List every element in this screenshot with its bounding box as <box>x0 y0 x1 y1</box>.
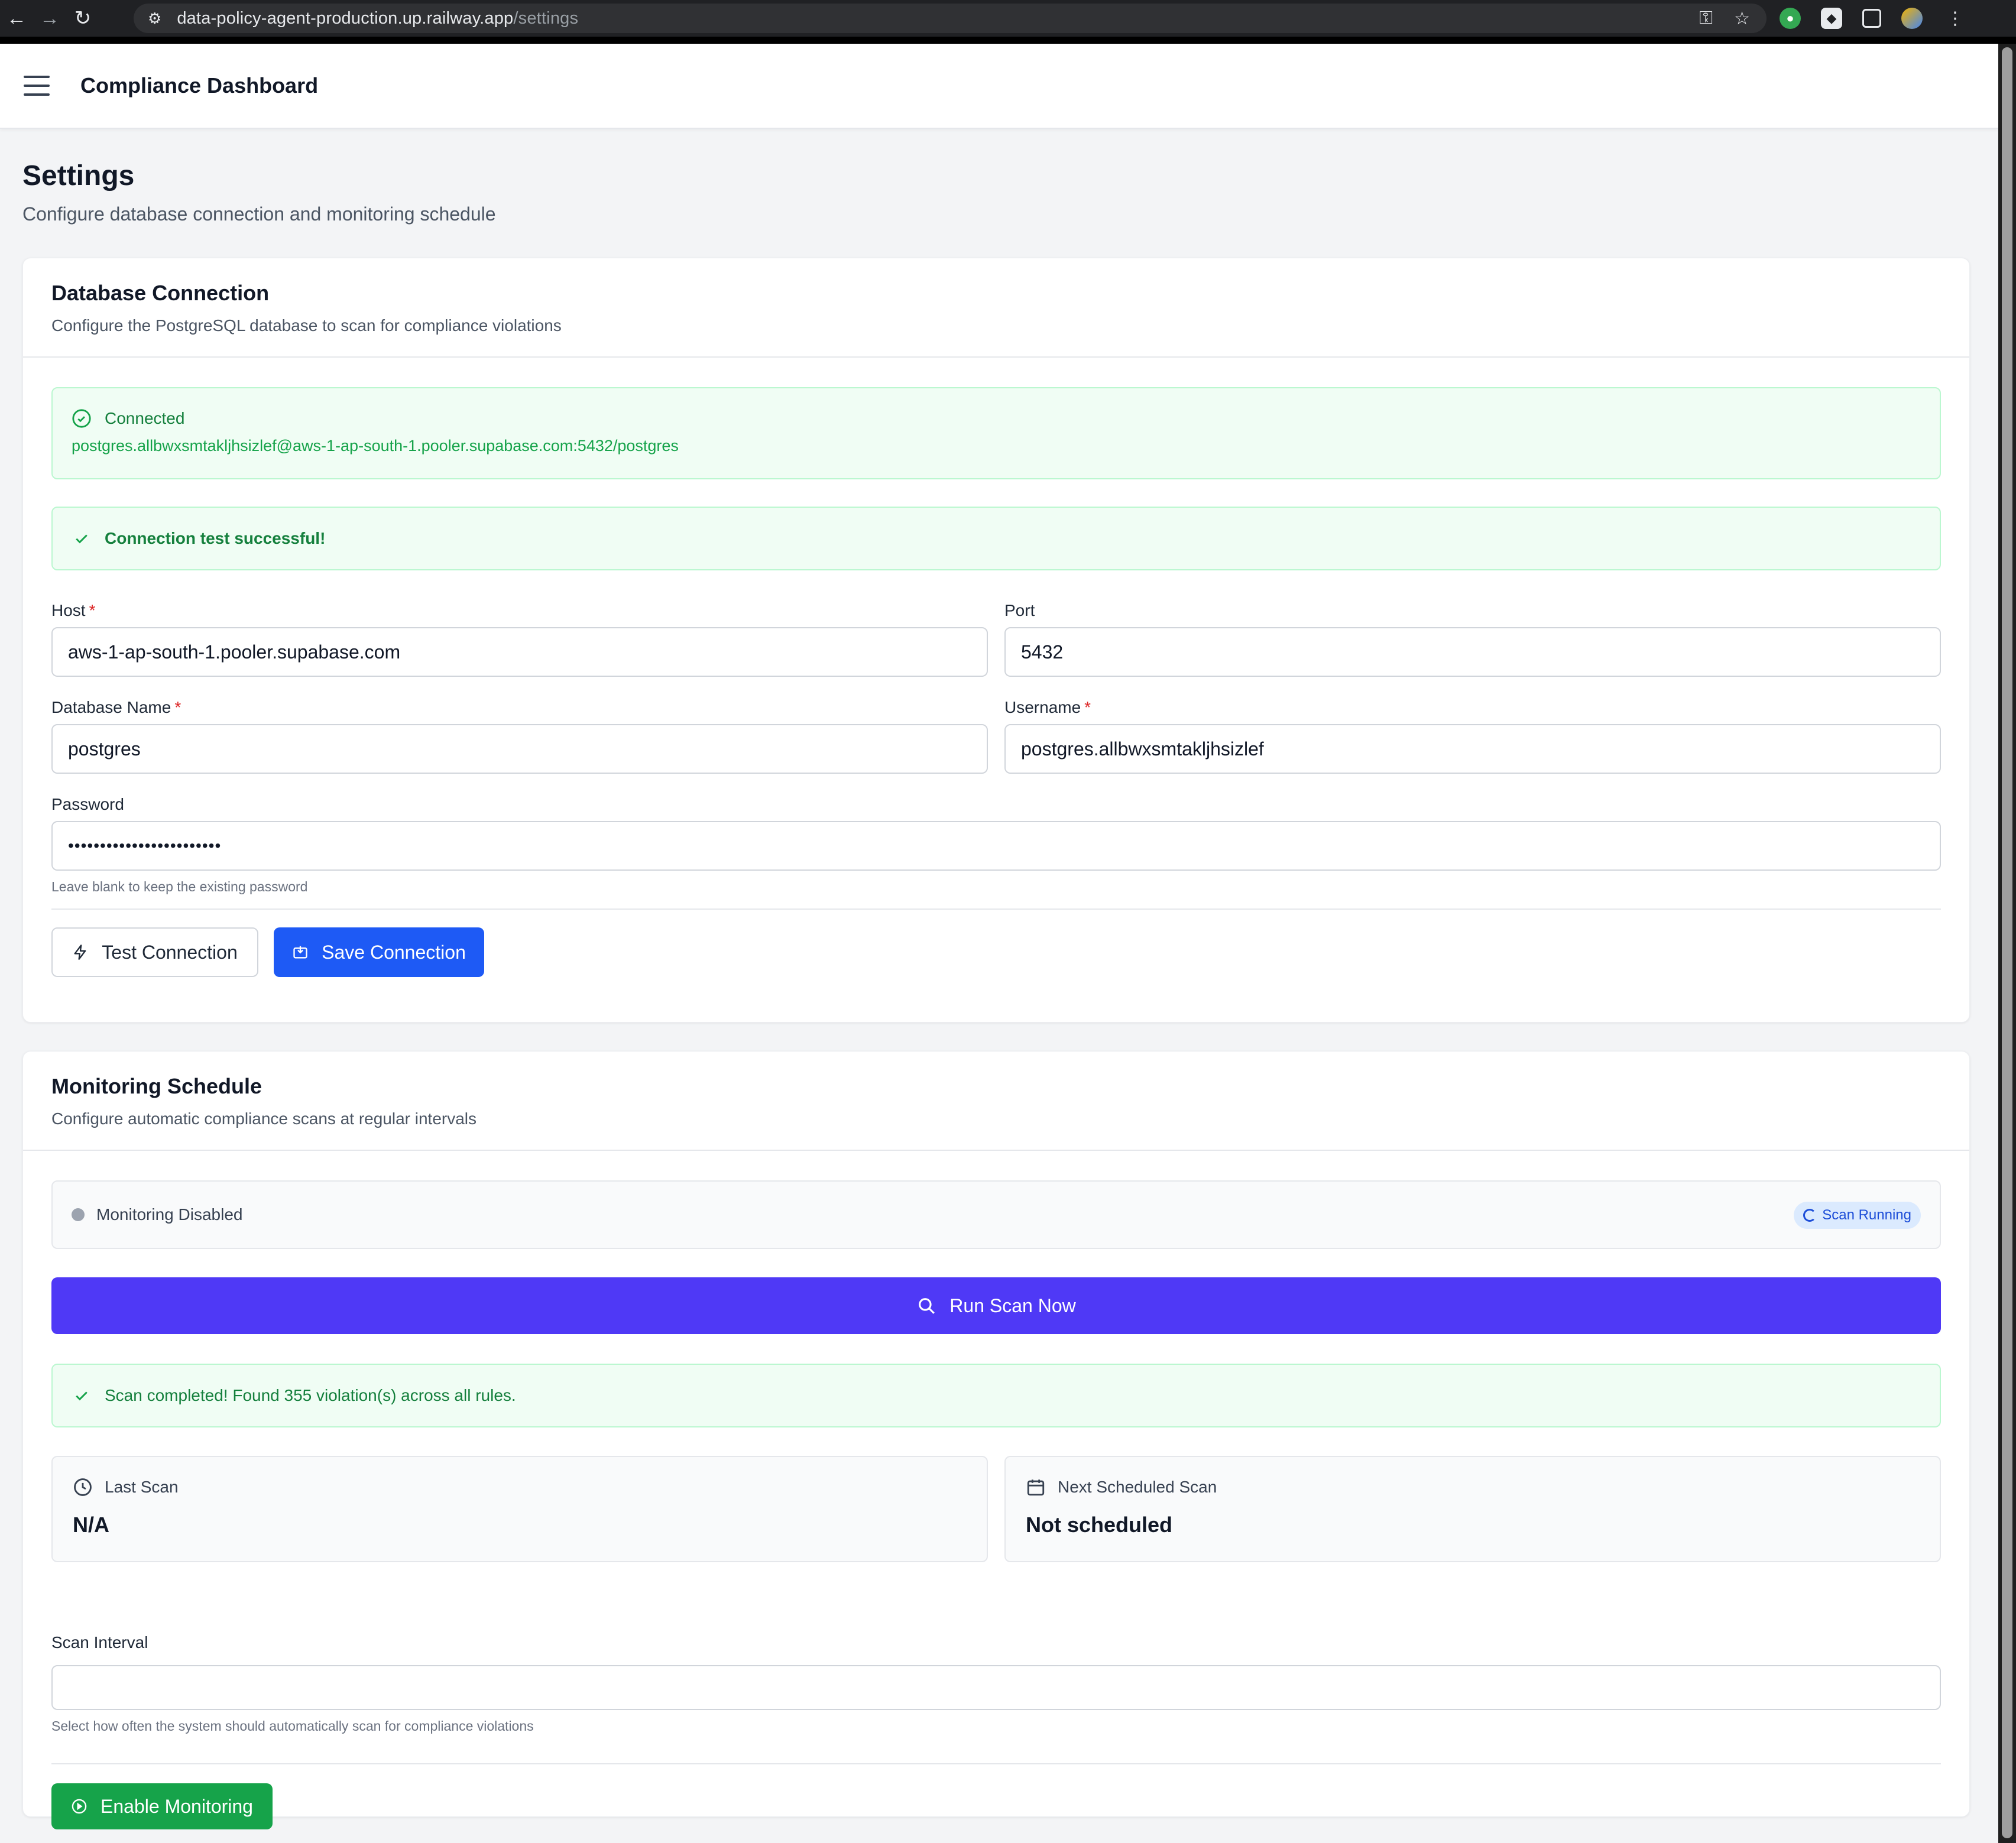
last-scan-label: Last Scan <box>105 1478 179 1496</box>
test-success-alert: Connection test successful! <box>51 507 1941 570</box>
monitoring-schedule-card: Monitoring Schedule Configure automatic … <box>22 1051 1970 1829</box>
save-connection-button[interactable]: Save Connection <box>274 927 484 977</box>
connection-status-alert: Connected postgres.allbwxsmtakljhsizlef@… <box>51 387 1941 479</box>
reload-icon[interactable]: ↻ <box>66 0 99 37</box>
card-header: Monitoring Schedule Configure automatic … <box>23 1052 1969 1151</box>
back-icon[interactable]: ← <box>0 0 33 37</box>
next-scan-label: Next Scheduled Scan <box>1058 1478 1217 1496</box>
page-title: Settings <box>22 160 135 192</box>
scan-interval-hint: Select how often the system should autom… <box>51 1718 534 1734</box>
monitoring-status-panel: Monitoring Disabled Scan Running <box>51 1180 1941 1249</box>
check-icon <box>72 528 92 549</box>
search-icon <box>916 1296 936 1316</box>
forward-icon[interactable]: → <box>33 0 66 37</box>
page-subtitle: Configure database connection and monito… <box>22 203 496 225</box>
password-key-icon[interactable]: ⚿ <box>1699 8 1713 29</box>
bookmark-star-icon[interactable]: ☆ <box>1734 8 1750 29</box>
hamburger-menu-icon[interactable] <box>24 76 50 96</box>
chrome-divider <box>0 37 2016 44</box>
card-header: Database Connection Configure the Postgr… <box>23 258 1969 358</box>
password-label: Password <box>51 795 124 813</box>
save-icon <box>292 944 309 961</box>
browser-menu-icon[interactable]: ⋮ <box>1946 8 1964 29</box>
database-connection-card: Database Connection Configure the Postgr… <box>22 258 1970 1023</box>
page-scrollbar[interactable] <box>1998 44 2016 1843</box>
card-title: Monitoring Schedule <box>51 1074 262 1098</box>
scan-result-message: Scan completed! Found 355 violation(s) a… <box>105 1386 516 1404</box>
password-hint: Leave blank to keep the existing passwor… <box>51 879 308 894</box>
spinner-icon <box>1803 1209 1817 1222</box>
username-label: Username * <box>1004 698 1091 716</box>
status-dot <box>72 1208 85 1221</box>
last-scan-value: N/A <box>73 1513 109 1537</box>
play-circle-icon <box>71 1798 87 1815</box>
calendar-icon <box>1026 1477 1046 1497</box>
address-bar[interactable]: ⚙ data-policy-agent-production.up.railwa… <box>134 4 1767 33</box>
test-connection-button[interactable]: Test Connection <box>51 927 258 977</box>
next-scan-panel: Next Scheduled Scan Not scheduled <box>1004 1456 1941 1562</box>
password-input[interactable]: •••••••••••••••••••••••• <box>51 821 1941 871</box>
scan-interval-label: Scan Interval <box>51 1633 148 1651</box>
url-text: data-policy-agent-production.up.railway.… <box>177 8 579 28</box>
app-title: Compliance Dashboard <box>80 73 319 98</box>
lightning-icon <box>72 944 89 961</box>
extension-puzzle-gray-icon[interactable]: ◆ <box>1821 8 1842 29</box>
check-circle-icon <box>72 408 92 429</box>
scan-interval-select[interactable] <box>51 1665 1941 1710</box>
next-scan-value: Not scheduled <box>1026 1513 1173 1537</box>
form-divider <box>51 908 1941 910</box>
port-label: Port <box>1004 601 1035 619</box>
extensions-icon[interactable] <box>1862 9 1881 28</box>
scan-running-badge: Scan Running <box>1794 1202 1921 1229</box>
scan-result-alert: Scan completed! Found 355 violation(s) a… <box>51 1364 1941 1427</box>
scroll-thumb[interactable] <box>2002 47 2012 1838</box>
card-description: Configure the PostgreSQL database to sca… <box>51 316 562 335</box>
port-input[interactable]: 5432 <box>1004 627 1941 677</box>
database-name-input[interactable]: postgres <box>51 724 988 774</box>
browser-toolbar: ← → ↻ ⚙ data-policy-agent-production.up.… <box>0 0 2016 37</box>
username-input[interactable]: postgres.allbwxsmtakljhsizlef <box>1004 724 1941 774</box>
form-divider <box>51 1763 1941 1764</box>
database-name-label: Database Name * <box>51 698 181 716</box>
last-scan-panel: Last Scan N/A <box>51 1456 988 1562</box>
extension-green-icon[interactable]: ● <box>1780 8 1801 29</box>
top-navbar: Compliance Dashboard <box>0 44 1998 129</box>
card-description: Configure automatic compliance scans at … <box>51 1109 477 1128</box>
site-settings-icon[interactable]: ⚙ <box>148 9 161 28</box>
connection-string: postgres.allbwxsmtakljhsizlef@aws-1-ap-s… <box>72 437 679 455</box>
card-title: Database Connection <box>51 281 270 305</box>
check-icon <box>72 1386 92 1406</box>
profile-avatar[interactable] <box>1901 8 1923 29</box>
enable-monitoring-button[interactable]: Enable Monitoring <box>51 1783 273 1829</box>
run-scan-now-button[interactable]: Run Scan Now <box>51 1277 1941 1334</box>
clock-icon <box>73 1477 93 1497</box>
monitoring-status-text: Monitoring Disabled <box>96 1205 243 1224</box>
host-input[interactable]: aws-1-ap-south-1.pooler.supabase.com <box>51 627 988 677</box>
host-label: Host * <box>51 601 96 619</box>
app-root: Compliance Dashboard Settings Configure … <box>0 44 1998 1843</box>
test-success-message: Connection test successful! <box>105 529 326 547</box>
connection-status-label: Connected <box>105 409 185 427</box>
